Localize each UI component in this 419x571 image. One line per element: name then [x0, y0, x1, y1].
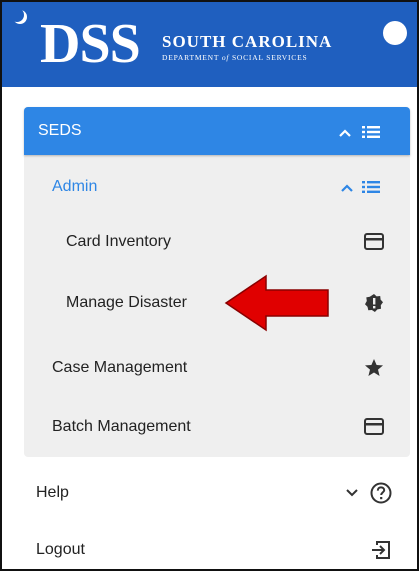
help-circle-icon: [370, 482, 392, 504]
gear-badge-icon: [365, 294, 383, 312]
star-icon: [365, 359, 383, 376]
app-header: DSS SOUTH CAROLINA DEPARTMENT of SOCIAL …: [2, 2, 417, 87]
menu-item-batch-management[interactable]: Batch Management: [24, 400, 410, 454]
menu-section-label: SEDS: [38, 122, 82, 139]
logout-icon: [372, 541, 390, 559]
credit-card-icon: [364, 233, 384, 250]
menu-item-label: Manage Disaster: [66, 294, 187, 311]
logo-department-post: SOCIAL SERVICES: [229, 53, 308, 62]
menu-item-label: Logout: [36, 541, 85, 558]
list-icon: [362, 126, 380, 138]
app-frame: DSS SOUTH CAROLINA DEPARTMENT of SOCIAL …: [0, 0, 419, 571]
logo-department: DEPARTMENT of SOCIAL SERVICES: [162, 53, 307, 62]
logo-subtitle: SOUTH CAROLINA: [162, 32, 333, 51]
list-icon: [362, 181, 380, 193]
logo-department-pre: DEPARTMENT: [162, 53, 222, 62]
menu-item-label: Case Management: [52, 359, 188, 376]
menu-item-logout[interactable]: Logout: [2, 528, 417, 569]
menu-item-admin[interactable]: Admin: [24, 162, 410, 212]
menu-item-help[interactable]: Help: [2, 468, 417, 518]
user-avatar[interactable]: [383, 21, 407, 45]
menu-item-label: Card Inventory: [66, 233, 171, 250]
red-arrow-annotation: [224, 274, 329, 332]
menu-item-label: Batch Management: [52, 418, 191, 435]
logo-dss: DSS: [40, 13, 141, 75]
menu-item-label: Help: [36, 484, 69, 501]
moon-icon: [10, 8, 24, 22]
chevron-up-icon: [339, 129, 351, 137]
chevron-up-icon: [341, 184, 353, 192]
menu-section-seds[interactable]: SEDS: [24, 107, 410, 155]
menu-item-manage-disaster[interactable]: Manage Disaster: [24, 276, 410, 330]
credit-card-icon: [364, 418, 384, 435]
menu-item-card-inventory[interactable]: Card Inventory: [24, 216, 410, 268]
menu-item-label: Admin: [52, 178, 98, 195]
chevron-down-icon: [346, 489, 358, 497]
menu-item-case-management[interactable]: Case Management: [24, 342, 410, 394]
